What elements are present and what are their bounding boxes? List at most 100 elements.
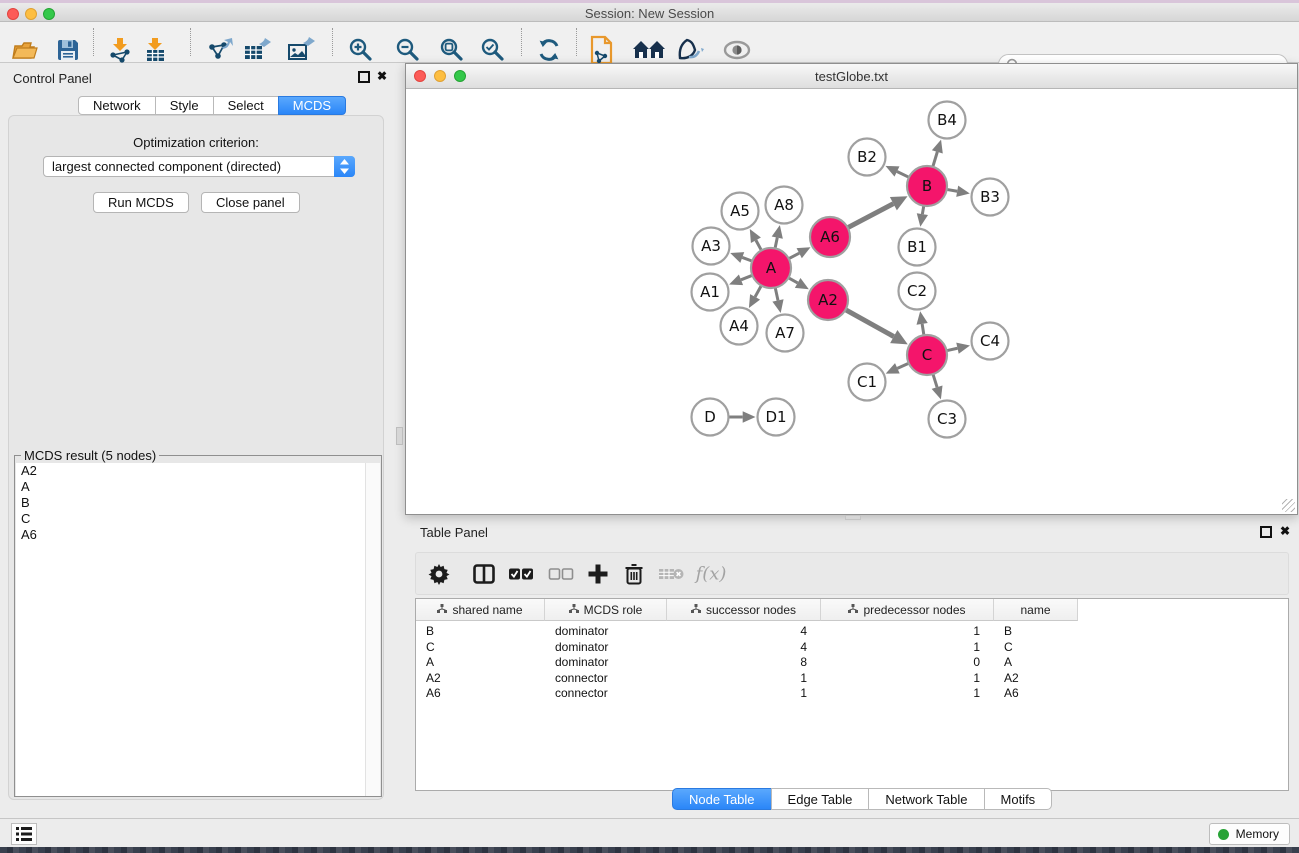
delete-column-trash-icon[interactable] (625, 563, 644, 585)
tab-motifs[interactable]: Motifs (984, 788, 1053, 810)
window-resize-grip[interactable] (1282, 499, 1295, 512)
graph-edge-A-A5[interactable] (756, 240, 762, 250)
float-panel-icon[interactable] (358, 71, 370, 83)
criterion-select[interactable]: largest connected component (directed) (43, 156, 355, 177)
memory-button[interactable]: Memory (1209, 823, 1290, 845)
float-panel-icon[interactable] (1260, 526, 1272, 538)
graph-edge-B-B4[interactable] (933, 152, 938, 167)
graph-edge-A-A3[interactable] (742, 257, 752, 261)
tab-mcds[interactable]: MCDS (278, 96, 346, 115)
function-builder-icon[interactable]: f(x) (696, 564, 727, 585)
mcds-result-scrollbar[interactable] (365, 463, 380, 796)
graph-edge-arrowhead (730, 252, 744, 263)
graph-node-label: C4 (980, 332, 1000, 350)
table-row-A6[interactable]: A6connector11A6 (416, 685, 1078, 701)
tab-node-table[interactable]: Node Table (672, 788, 772, 810)
deselect-all-checkboxes-icon[interactable] (549, 568, 574, 580)
cell-predecessor-nodes: 1 (821, 670, 994, 686)
graph-edge-C-C3[interactable] (933, 374, 937, 387)
main-titlebar[interactable]: Session: New Session (0, 3, 1299, 22)
export-table-icon[interactable] (243, 37, 271, 63)
column-header-predecessor-nodes[interactable]: predecessor nodes (821, 599, 994, 621)
select-all-checkboxes-icon[interactable] (509, 568, 534, 580)
graph-edge-A2-C[interactable] (845, 310, 893, 337)
graphics-details-pen-icon[interactable] (677, 38, 705, 62)
graph-node-label: C (922, 346, 932, 364)
main-toolbar (0, 22, 1299, 63)
graph-edge-B-B3[interactable] (947, 189, 957, 191)
criterion-value: largest connected component (directed) (52, 159, 281, 174)
export-network-icon[interactable] (206, 37, 234, 63)
graph-node-label: B4 (937, 111, 957, 129)
cell-shared-name: A6 (416, 685, 545, 701)
cell-successor-nodes: 4 (667, 623, 821, 639)
tab-style[interactable]: Style (155, 96, 214, 115)
graph-edge-A-A4[interactable] (755, 286, 761, 297)
column-header-mcds-role[interactable]: MCDS role (545, 599, 667, 621)
mcds-result-item[interactable]: B (16, 495, 366, 511)
graph-edge-A-A7[interactable] (775, 288, 778, 301)
mcds-result-list[interactable]: A2ABCA6 (16, 463, 366, 796)
graph-edge-C-C2[interactable] (922, 324, 924, 335)
split-divider-handle[interactable] (396, 427, 403, 445)
mcds-result-item[interactable]: A (16, 479, 366, 495)
table-row-C[interactable]: Cdominator41C (416, 639, 1078, 655)
graph-node-label: A7 (775, 324, 795, 342)
graph-edge-B-B1[interactable] (922, 206, 923, 214)
cell-predecessor-nodes: 1 (821, 685, 994, 701)
graph-edge-A-A1[interactable] (741, 275, 752, 279)
run-mcds-button[interactable]: Run MCDS (93, 192, 189, 213)
close-panel-button[interactable]: Close panel (201, 192, 300, 213)
graph-edge-C-C1[interactable] (897, 363, 908, 368)
table-settings-gear-icon[interactable] (428, 563, 450, 585)
graph-edge-A-A6[interactable] (789, 253, 799, 259)
graph-node-label: A4 (729, 317, 749, 335)
network-graph[interactable]: AA1A2A3A4A5A6A7A8BB1B2B3B4CC1C2C3C4DD1 (406, 89, 1297, 514)
show-hide-eye-icon[interactable] (722, 40, 752, 60)
tab-network-table[interactable]: Network Table (868, 788, 984, 810)
save-session-icon[interactable] (56, 38, 80, 62)
task-history-button[interactable] (11, 823, 37, 845)
mcds-result-item[interactable]: C (16, 511, 366, 527)
node-table[interactable]: shared name MCDS role successor nodesprede… (415, 598, 1289, 791)
open-session-icon[interactable] (11, 38, 39, 62)
split-panel-icon[interactable] (473, 564, 495, 584)
column-header-name[interactable]: name (994, 599, 1078, 621)
delete-table-disabled-icon[interactable] (658, 566, 684, 582)
add-column-icon[interactable] (588, 564, 609, 585)
import-network-icon[interactable] (107, 37, 133, 63)
zoom-out-icon[interactable] (395, 37, 421, 63)
export-image-icon[interactable] (287, 37, 315, 63)
table-row-B[interactable]: Bdominator41B (416, 623, 1078, 639)
houses-icon[interactable] (632, 39, 666, 61)
zoom-in-icon[interactable] (348, 37, 374, 63)
graph-node-label: A5 (730, 202, 750, 220)
close-panel-icon[interactable]: ✖ (376, 71, 388, 83)
graph-edge-C-C4[interactable] (947, 348, 958, 350)
graph-edge-A6-B[interactable] (848, 204, 894, 228)
graph-edge-A-A8[interactable] (775, 238, 777, 249)
network-from-document-icon[interactable] (589, 35, 615, 65)
app-window: Session: New Session (0, 0, 1299, 853)
network-canvas[interactable]: AA1A2A3A4A5A6A7A8BB1B2B3B4CC1C2C3C4DD1 (406, 89, 1297, 514)
column-header-shared-name[interactable]: shared name (416, 599, 545, 621)
column-header-successor-nodes[interactable]: successor nodes (667, 599, 821, 621)
graph-edge-A-A2[interactable] (788, 278, 797, 283)
close-panel-icon[interactable]: ✖ (1279, 526, 1291, 538)
zoom-fit-icon[interactable] (439, 37, 465, 63)
graph-edge-arrowhead (956, 186, 970, 197)
import-table-icon[interactable] (142, 37, 168, 63)
network-window-titlebar[interactable]: testGlobe.txt (406, 64, 1297, 89)
tab-network[interactable]: Network (78, 96, 156, 115)
graph-edge-B-B2[interactable] (897, 171, 909, 177)
tab-edge-table[interactable]: Edge Table (771, 788, 870, 810)
control-panel-title: Control Panel (13, 71, 92, 86)
table-row-A[interactable]: Adominator80A (416, 654, 1078, 670)
mcds-result-item[interactable]: A2 (16, 463, 366, 479)
mcds-result-item[interactable]: A6 (16, 527, 366, 543)
table-row-A2[interactable]: A2connector11A2 (416, 670, 1078, 686)
column-header-label: MCDS role (584, 603, 643, 617)
zoom-selected-icon[interactable] (480, 37, 506, 63)
tab-select[interactable]: Select (213, 96, 279, 115)
apply-layout-icon[interactable] (536, 37, 562, 63)
